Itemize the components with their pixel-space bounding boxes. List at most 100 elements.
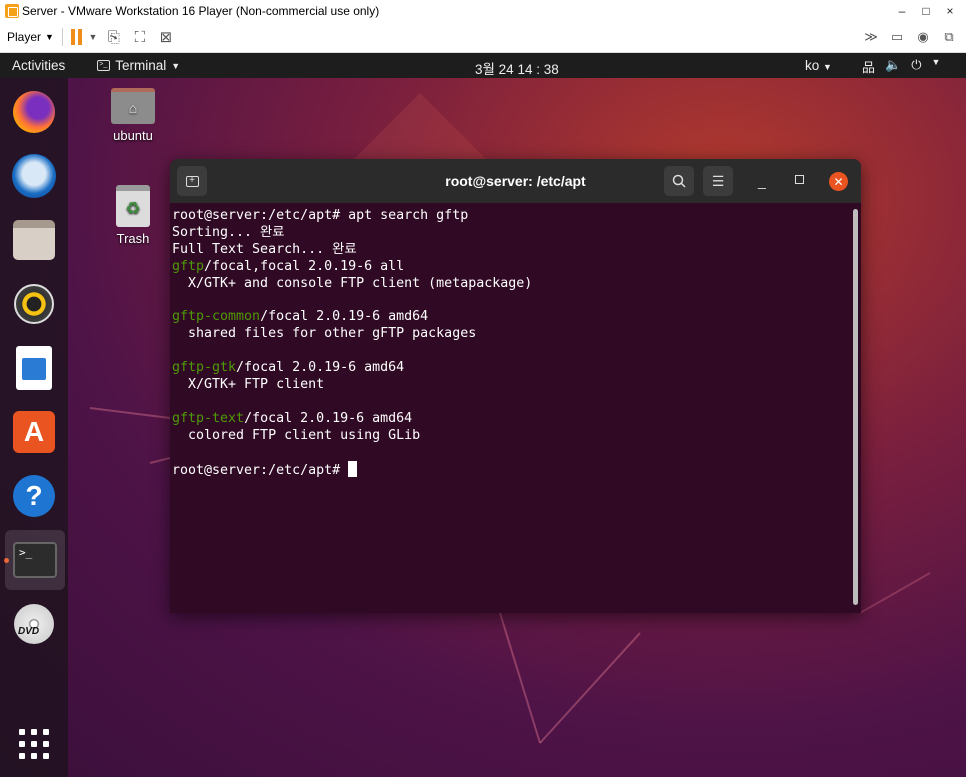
chevron-down-icon: ▼ <box>823 62 832 72</box>
dock-thunderbird[interactable] <box>10 152 58 200</box>
terminal-line: root@server:/etc/apt# <box>172 461 859 478</box>
pause-icon[interactable] <box>70 29 85 45</box>
dock-rhythmbox[interactable] <box>10 280 58 328</box>
output-text: Full Text Search... 완료 <box>172 241 357 257</box>
terminal-window: + root@server: /etc/apt ☰ _ ✕ root@serve… <box>170 159 861 613</box>
desktop-home-folder[interactable]: ⌂ ubuntu <box>101 88 165 143</box>
app-menu-label: Terminal <box>115 58 167 73</box>
package-name: gftp-gtk <box>172 360 237 376</box>
dock-software[interactable]: A <box>10 408 58 456</box>
text-cursor <box>348 461 358 478</box>
network-icon: 品 <box>862 60 876 75</box>
player-menu-label: Player <box>7 30 42 44</box>
app-grid-icon <box>19 729 49 759</box>
terminal-line: root@server:/etc/apt# apt search gftp <box>172 208 859 225</box>
libreoffice-writer-icon <box>16 346 52 390</box>
close-button[interactable]: ✕ <box>829 172 848 191</box>
terminal-output[interactable]: root@server:/etc/apt# apt search gftp Sor… <box>170 203 861 613</box>
chevron-down-icon: ▼ <box>45 32 54 42</box>
menu-button[interactable]: ☰ <box>703 166 733 196</box>
maximize-button[interactable] <box>795 175 804 184</box>
shell-prompt: root@server:/etc/apt# <box>172 463 349 479</box>
thunderbird-icon <box>12 154 56 198</box>
output-text: shared files for other gFTP packages <box>172 326 477 342</box>
input-language-menu[interactable]: ko ▼ <box>805 58 832 73</box>
guest-desktop: Activities >_ Terminal ▼ 3월 24 14 : 38 k… <box>0 53 966 777</box>
terminal-line: Sorting... 완료 <box>172 225 859 242</box>
expand-devices-icon[interactable]: ≫ <box>860 29 882 45</box>
unity-icon[interactable]: ⊠ <box>153 28 179 46</box>
package-version: /focal 2.0.19-6 amd64 <box>236 360 405 376</box>
minimize-button[interactable]: – <box>890 4 914 18</box>
terminal-line: shared files for other gFTP packages <box>172 326 859 343</box>
dock-firefox[interactable] <box>10 88 58 136</box>
dvd-icon: DVD <box>14 604 54 644</box>
output-text: X/GTK+ FTP client <box>172 376 325 392</box>
output-text: X/GTK+ and console FTP client (metapacka… <box>172 275 533 291</box>
vmware-toolbar: Player ▼ ▼ ⎘ ⛶ ⊠ ≫ ▭ ◉ ⧉ <box>0 22 966 53</box>
terminal-line: colored FTP client using GLib <box>172 428 859 445</box>
minimize-button[interactable]: _ <box>758 173 766 189</box>
package-name: gftp-text <box>172 410 245 426</box>
dock-writer[interactable] <box>10 344 58 392</box>
package-name: gftp <box>172 258 205 274</box>
gnome-topbar: Activities >_ Terminal ▼ 3월 24 14 : 38 k… <box>0 53 966 78</box>
window-title: Server - VMware Workstation 16 Player (N… <box>22 4 380 18</box>
terminal-line: gftp-common/focal 2.0.19-6 amd64 <box>172 309 859 326</box>
scrollbar[interactable] <box>853 209 858 605</box>
dock-terminal[interactable]: >_ <box>5 530 65 590</box>
maximize-button[interactable]: □ <box>914 4 938 18</box>
package-version: /focal 2.0.19-6 amd64 <box>260 309 429 325</box>
terminal-icon: >_ <box>13 542 57 578</box>
terminal-line: X/GTK+ FTP client <box>172 377 859 394</box>
search-button[interactable] <box>664 166 694 196</box>
output-text: colored FTP client using GLib <box>172 427 421 443</box>
app-menu[interactable]: >_ Terminal ▼ <box>97 58 180 73</box>
firefox-icon <box>13 91 55 133</box>
vmware-titlebar: Server - VMware Workstation 16 Player (N… <box>0 0 966 22</box>
dock-dvd[interactable]: DVD <box>10 600 58 648</box>
fullscreen-icon[interactable]: ⛶ <box>127 29 153 46</box>
close-button[interactable]: × <box>938 4 962 18</box>
output-text: root@server:/etc/apt# apt search gftp <box>172 208 469 223</box>
chevron-down-icon: ▼ <box>931 57 941 67</box>
network-adapter-icon[interactable]: ◉ <box>912 29 934 45</box>
package-version: /focal,focal 2.0.19-6 all <box>204 258 405 274</box>
vmware-logo-icon <box>5 4 19 18</box>
activities-button[interactable]: Activities <box>12 58 65 73</box>
display-icon[interactable]: ⧉ <box>938 29 960 45</box>
terminal-line: gftp/focal,focal 2.0.19-6 all <box>172 259 859 276</box>
terminal-line: Full Text Search... 완료 <box>172 242 859 259</box>
rhythmbox-icon <box>14 284 54 324</box>
terminal-line: gftp-gtk/focal 2.0.19-6 amd64 <box>172 360 859 377</box>
chevron-down-icon: ▼ <box>171 60 181 71</box>
dock: A ? >_ DVD <box>0 78 68 777</box>
terminal-icon: >_ <box>97 60 111 71</box>
close-icon: ✕ <box>833 174 844 189</box>
system-tray[interactable]: 品 🔈 ⏻ ▼ <box>862 57 940 76</box>
package-version: /focal 2.0.19-6 amd64 <box>244 410 413 426</box>
power-dropdown-icon[interactable]: ▼ <box>85 32 101 42</box>
show-applications-button[interactable] <box>10 720 58 768</box>
package-name: gftp-common <box>172 309 261 325</box>
language-label: ko <box>805 58 820 73</box>
terminal-headerbar: + root@server: /etc/apt ☰ _ ✕ <box>170 159 861 203</box>
volume-icon: 🔈 <box>885 57 902 72</box>
send-ctrl-alt-del-icon[interactable]: ⎘ <box>101 29 127 46</box>
dock-help[interactable]: ? <box>10 472 58 520</box>
power-icon: ⏻ <box>911 57 922 72</box>
hard-disk-icon[interactable]: ▭ <box>886 29 908 45</box>
dock-files[interactable] <box>10 216 58 264</box>
trash-icon: ♻ <box>116 185 150 227</box>
clock[interactable]: 3월 24 14 : 38 <box>475 58 559 78</box>
desktop-trash[interactable]: ♻ Trash <box>101 185 165 246</box>
player-menu[interactable]: Player ▼ <box>7 30 54 44</box>
toolbar-divider <box>61 28 63 46</box>
help-icon: ? <box>13 475 55 517</box>
desktop-icon-label: Trash <box>116 231 150 246</box>
search-icon <box>672 174 686 188</box>
files-icon <box>13 220 55 260</box>
terminal-line: X/GTK+ and console FTP client (metapacka… <box>172 276 859 293</box>
